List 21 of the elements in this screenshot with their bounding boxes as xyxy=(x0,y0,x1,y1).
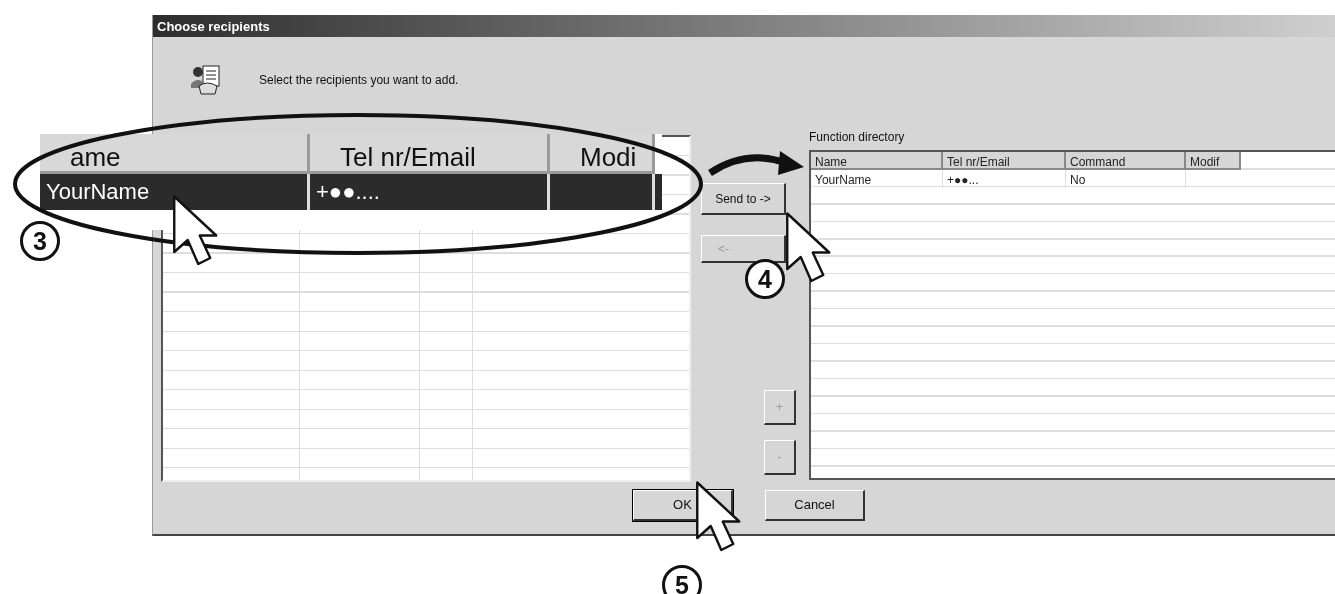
column-header[interactable]: ame xyxy=(40,134,310,174)
table-cell: YourName xyxy=(811,170,943,188)
table-row[interactable]: YourName +●●.... xyxy=(40,174,662,210)
column-header[interactable]: Name xyxy=(811,152,943,170)
step-number: 5 xyxy=(662,565,702,594)
column-header[interactable]: Tel nr/Email xyxy=(310,134,550,174)
step-number: 3 xyxy=(20,221,60,261)
contact-phone-icon xyxy=(189,63,221,96)
column-header[interactable]: Command xyxy=(1066,152,1186,170)
column-header[interactable]: Modi xyxy=(550,134,655,174)
send-to-button[interactable]: Send to -> xyxy=(701,183,786,215)
column-header[interactable]: Tel nr/Email xyxy=(943,152,1066,170)
table-cell: No xyxy=(1066,170,1186,188)
curved-arrow-icon xyxy=(708,151,804,176)
directory-label: Function directory xyxy=(809,129,906,146)
table-cell: +●●... xyxy=(943,170,1066,188)
window-title: Choose recipients xyxy=(157,19,270,34)
instruction-text: Select the recipients you want to add. xyxy=(259,71,459,89)
cancel-button[interactable]: Cancel xyxy=(765,490,865,521)
table-cell: +●●.... xyxy=(310,174,550,210)
column-header[interactable]: Modif xyxy=(1186,152,1241,170)
